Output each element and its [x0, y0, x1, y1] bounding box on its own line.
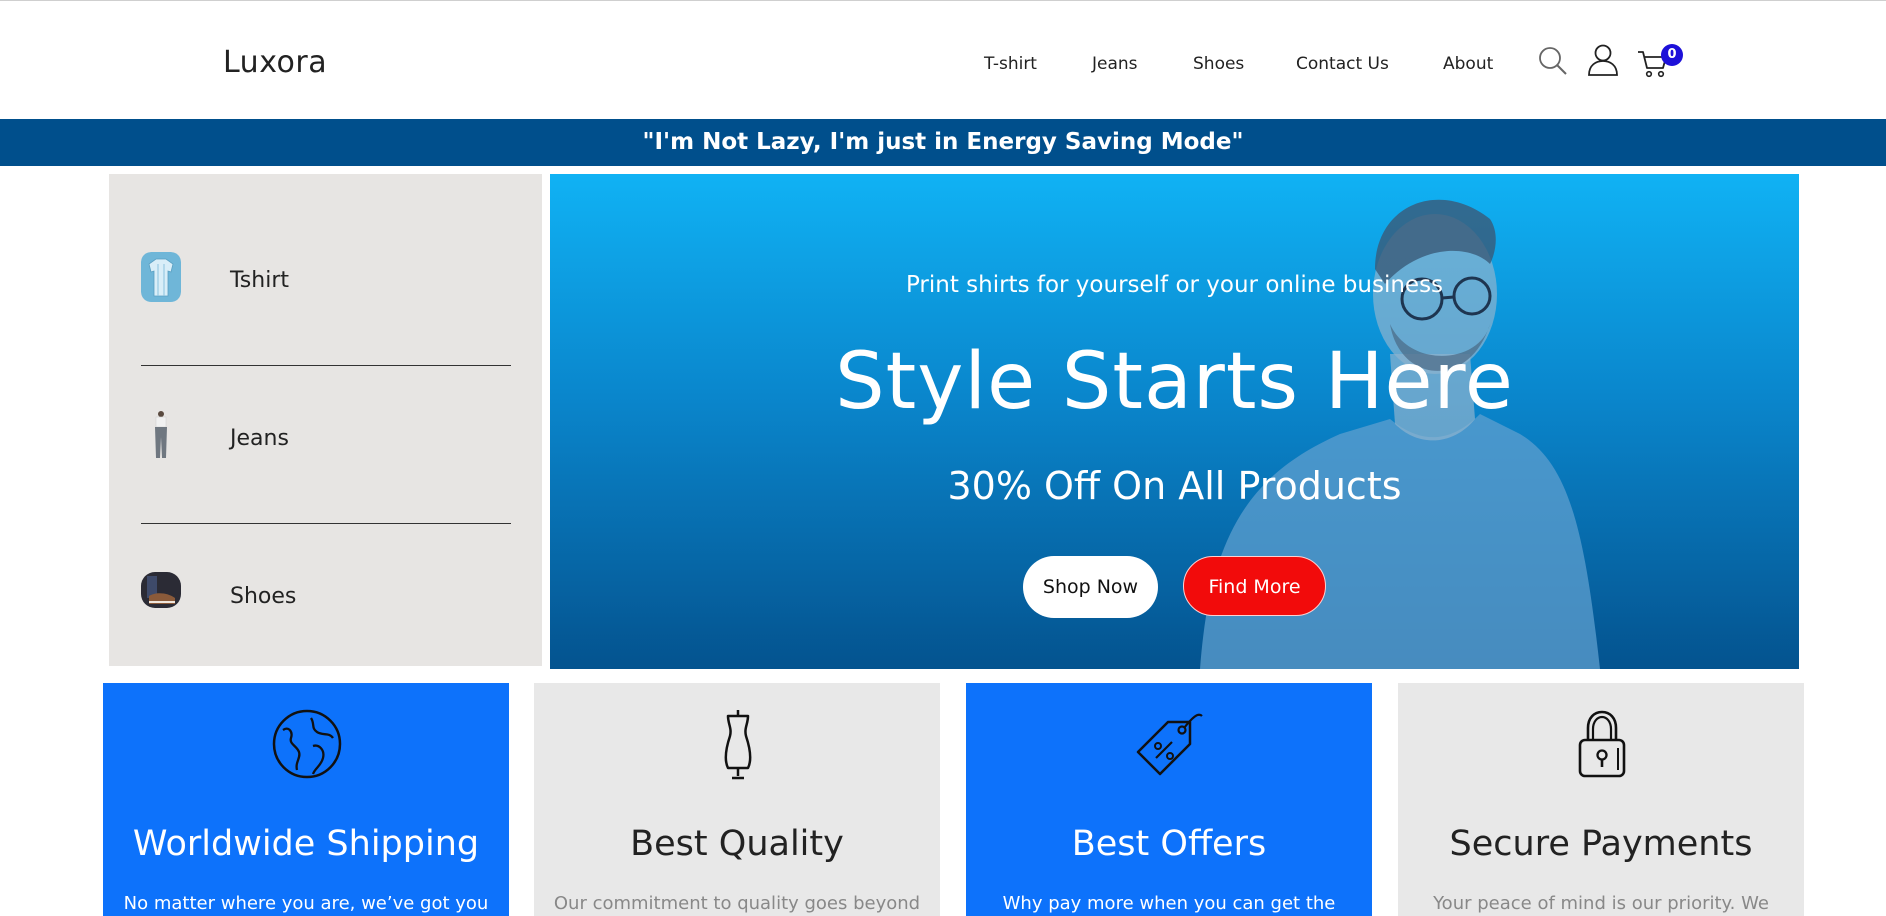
- feature-title: Worldwide Shipping: [132, 824, 480, 864]
- promo-banner: "I'm Not Lazy, I'm just in Energy Saving…: [0, 119, 1886, 166]
- jeans-thumbnail-icon: [141, 410, 181, 460]
- nav-link-about[interactable]: About: [1443, 54, 1493, 74]
- feature-card-secure-payments: Secure Payments Your peace of mind is ou…: [1398, 683, 1804, 916]
- search-icon[interactable]: [1537, 45, 1569, 77]
- cart-count-badge: 0: [1661, 44, 1683, 66]
- mannequin-icon: [724, 710, 752, 780]
- feature-card-worldwide-shipping: Worldwide Shipping No matter where you a…: [103, 683, 509, 916]
- user-icon[interactable]: [1587, 43, 1619, 77]
- feature-title: Secure Payments: [1449, 824, 1753, 864]
- hero-offer-text: 30% Off On All Products: [947, 464, 1402, 508]
- shop-now-button[interactable]: Shop Now: [1023, 556, 1158, 618]
- lock-icon: [1578, 710, 1626, 778]
- site-header: Luxora T-shirt Jeans Shoes Contact Us Ab…: [0, 5, 1886, 119]
- price-tag-icon: [1136, 713, 1203, 776]
- category-sidebar: Tshirt Jeans Shoes: [109, 174, 542, 666]
- globe-icon: [272, 709, 342, 779]
- sidebar-item-label: Jeans: [230, 426, 289, 451]
- tshirt-thumbnail-icon: [141, 252, 181, 302]
- sidebar-divider: [141, 523, 511, 524]
- nav-link-shoes[interactable]: Shoes: [1193, 54, 1244, 74]
- feature-card-best-offers: Best Offers Why pay more when you can ge…: [966, 683, 1372, 916]
- hero-banner: Print shirts for yourself or your online…: [550, 174, 1799, 669]
- find-more-button[interactable]: Find More: [1183, 556, 1326, 616]
- nav-link-contact-us[interactable]: Contact Us: [1296, 54, 1389, 74]
- hero-title: Style Starts Here: [835, 337, 1514, 427]
- feature-description: Your peace of mind is our priority. We: [1433, 893, 1769, 914]
- feature-title: Best Offers: [1071, 824, 1267, 864]
- feature-description: No matter where you are, we’ve got you: [123, 893, 489, 914]
- sidebar-item-shoes[interactable]: Shoes: [141, 568, 511, 628]
- sidebar-divider: [141, 365, 511, 366]
- nav-link-jeans[interactable]: Jeans: [1092, 54, 1138, 74]
- feature-description: Why pay more when you can get the: [1002, 893, 1336, 914]
- nav-link-tshirt[interactable]: T-shirt: [984, 54, 1037, 74]
- sidebar-item-label: Shoes: [230, 584, 297, 609]
- feature-description: Our commitment to quality goes beyond: [553, 893, 921, 914]
- feature-title: Best Quality: [630, 824, 844, 864]
- sidebar-item-label: Tshirt: [230, 268, 289, 293]
- hero-subtitle: Print shirts for yourself or your online…: [905, 272, 1444, 298]
- shoes-thumbnail-icon: [141, 572, 181, 608]
- sidebar-item-tshirt[interactable]: Tshirt: [141, 252, 511, 312]
- feature-card-best-quality: Best Quality Our commitment to quality g…: [534, 683, 940, 916]
- sidebar-item-jeans[interactable]: Jeans: [141, 410, 511, 470]
